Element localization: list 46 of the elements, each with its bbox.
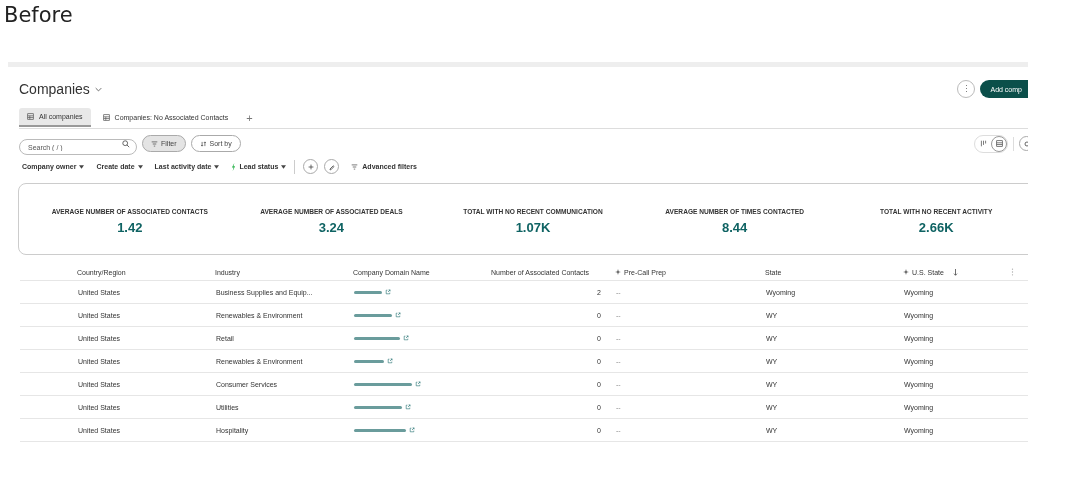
redacted-link[interactable] [354, 290, 382, 294]
redacted-link[interactable] [354, 428, 406, 432]
redacted-link[interactable] [354, 382, 412, 386]
filter-icon [151, 140, 158, 147]
stat-value: 2.66K [918, 219, 954, 235]
redacted-link[interactable] [354, 359, 384, 363]
stat-value: 1.07K [515, 219, 551, 235]
table-icon [27, 113, 34, 120]
external-link-icon [385, 289, 391, 295]
chevron-icon [94, 86, 102, 92]
redacted-link[interactable] [354, 313, 392, 317]
column-menu-icon[interactable] [1011, 268, 1014, 276]
edit-button[interactable] [324, 159, 340, 174]
stat-value: 3.24 [318, 219, 345, 235]
external-link-icon [387, 358, 393, 364]
sparkle-icon [615, 269, 621, 275]
caret-icon [214, 164, 220, 169]
sort-arrow-icon [952, 268, 958, 276]
external-link-icon [409, 427, 415, 433]
stat-value: 1.42 [117, 219, 143, 235]
stat-value: 8.44 [721, 219, 748, 235]
add-filter-button[interactable] [303, 159, 319, 174]
add-tab-button[interactable]: + [240, 111, 259, 124]
page-heading: Before [4, 3, 73, 27]
search-icon [122, 139, 130, 148]
caret-icon [137, 164, 143, 169]
sparkle-icon [903, 269, 909, 275]
page-title[interactable]: Companies [19, 81, 102, 97]
redacted-link[interactable] [354, 405, 402, 409]
lightning-icon [231, 162, 237, 171]
external-link-icon [415, 381, 421, 387]
caret-icon [79, 164, 85, 169]
table-view-button[interactable] [991, 135, 1007, 152]
table-icon [995, 140, 1003, 147]
more-button[interactable]: ⋮ [957, 80, 976, 98]
table-icon [102, 114, 110, 121]
pencil-icon [327, 162, 336, 171]
external-link-icon [403, 335, 409, 341]
board-icon [979, 140, 987, 147]
redacted-link[interactable] [354, 336, 400, 340]
external-link-icon [395, 312, 401, 318]
plus-icon [306, 162, 315, 171]
caret-icon [281, 164, 287, 169]
filter-icon [351, 163, 359, 170]
external-link-icon [405, 404, 411, 410]
sort-arrows-icon [199, 140, 207, 147]
